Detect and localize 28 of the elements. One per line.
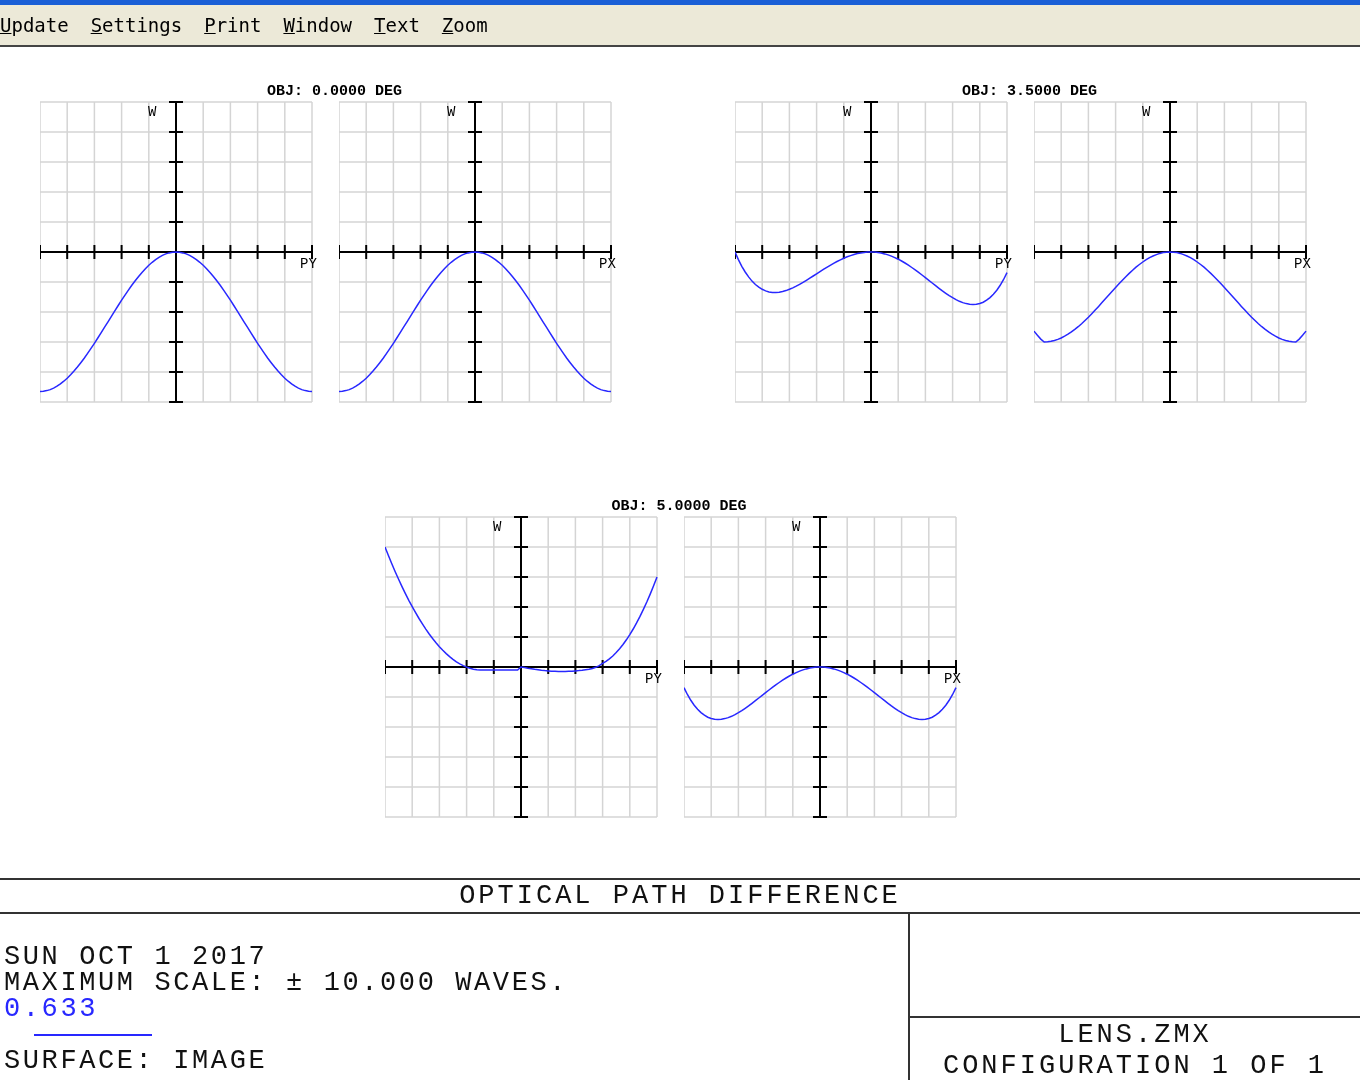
configuration-text: CONFIGURATION 1 OF 1 [941,1050,1329,1080]
menu-item[interactable]: Window [283,15,353,35]
axis-label: W [791,519,800,535]
axis-label: PY [995,256,1012,272]
axis-label: PX [1294,256,1311,272]
axis-label: W [843,104,852,120]
axis-label: PY [644,671,662,687]
menu-item[interactable]: Print [204,15,262,35]
report-title: OPTICAL PATH DIFFERENCE [0,880,1360,914]
axis-label: PX [599,256,616,272]
scale-text: MAXIMUM SCALE: ± 10.000 WAVES. [4,970,570,996]
file-name: LENS.ZMX [1057,1019,1213,1049]
plot-title: OBJ: 5.0000 DEG [611,498,747,516]
wavelength-label: 0.633 [4,996,98,1022]
plot-title: OBJ: 0.0000 DEG [267,83,402,101]
menu-item[interactable]: Zoom [441,15,488,35]
axis-label: W [447,104,456,120]
menu-item[interactable]: Settings [90,15,183,35]
surface-text: SURFACE: IMAGE [4,1048,269,1074]
date-text: SUN OCT 1 2017 [4,944,269,970]
axis-label: PY [300,256,317,272]
axis-label: W [148,104,157,120]
axis-label: W [492,519,501,535]
axis-label: W [1142,104,1151,120]
menu-item[interactable]: Text [374,15,420,35]
axis-label: PX [943,671,961,687]
menu-item[interactable]: Update [0,15,69,35]
plot-title: OBJ: 3.5000 DEG [962,83,1097,101]
